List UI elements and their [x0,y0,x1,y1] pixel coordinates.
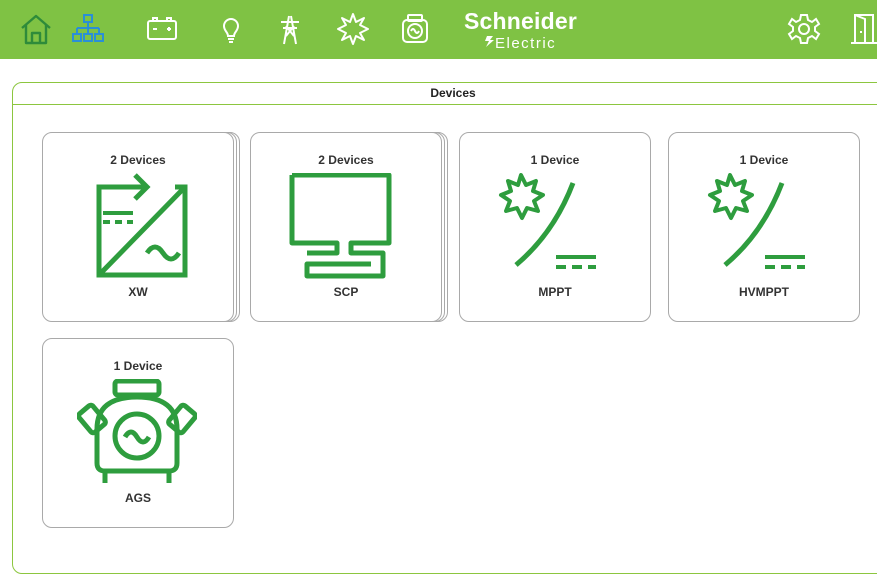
device-tile-mppt[interactable]: 1 Device MPPT [459,132,651,322]
device-count: 2 Devices [318,153,374,167]
device-tile-hvmppt[interactable]: 1 Device HVMPPT [668,132,860,322]
exit-door-icon[interactable] [845,10,877,48]
top-navigation-bar: Schneider Electric [0,0,877,59]
device-count: 1 Device [530,153,580,167]
lightbulb-icon[interactable] [212,10,250,48]
sun-icon[interactable] [334,10,372,48]
panel-title: Devices [13,83,877,105]
logo-mark-icon [485,36,494,47]
home-icon[interactable] [17,10,55,48]
device-name: MPPT [538,285,572,299]
logo-subtext: Electric [495,35,557,52]
generator-icon [77,379,197,483]
solar-charger-icon [708,173,805,269]
device-name: SCP [333,285,359,299]
device-tile-ags[interactable]: 1 Device AGS [42,338,234,528]
gear-icon[interactable] [785,10,823,48]
device-name: XW [128,285,148,299]
transmission-tower-icon[interactable] [271,10,309,48]
device-name: HVMPPT [738,285,789,299]
device-tile-scp[interactable]: 2 Devices SCP [250,132,442,322]
logo-text: Schneider [464,8,578,34]
control-panel-icon [289,173,392,279]
schneider-electric-logo: Schneider Electric [464,8,594,52]
device-tile-xw[interactable]: 2 Devices XW [42,132,234,322]
solar-charger-icon [499,173,596,269]
device-count: 1 Device [113,359,163,373]
inverter-icon [96,173,188,278]
battery-icon[interactable] [143,10,181,48]
network-icon[interactable] [69,10,107,48]
device-count: 1 Device [739,153,789,167]
generator-icon[interactable] [396,10,434,48]
device-count: 2 Devices [110,153,166,167]
device-name: AGS [124,491,151,505]
